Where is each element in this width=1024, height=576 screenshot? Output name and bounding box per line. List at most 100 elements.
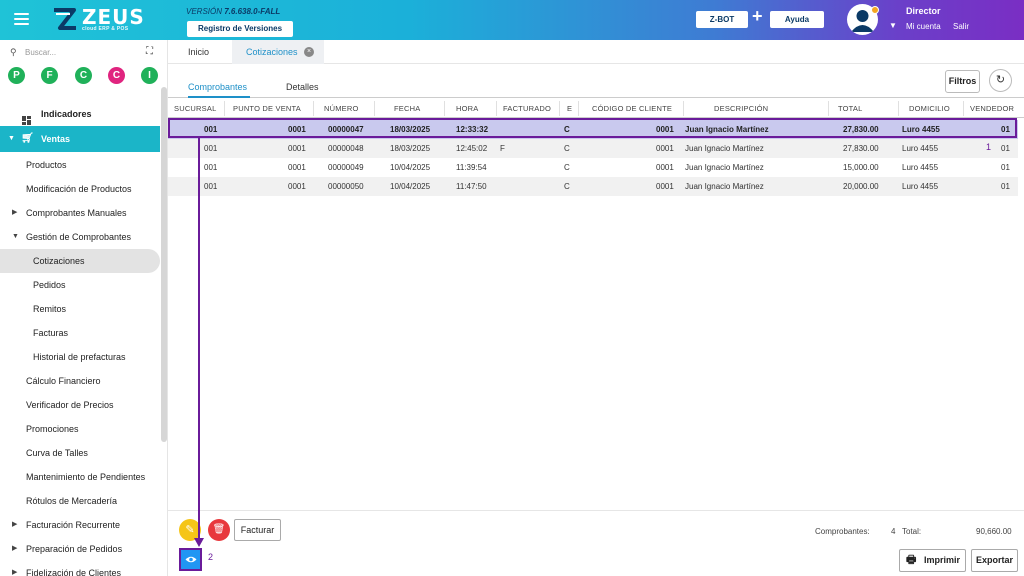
tab-inicio[interactable]: Inicio bbox=[188, 47, 209, 57]
column-header[interactable]: CÓDIGO DE CLIENTE bbox=[592, 104, 672, 113]
sidebar-item-comprobantes-manuales[interactable]: ▶ Comprobantes Manuales bbox=[0, 201, 160, 225]
sidebar-item-ventas[interactable]: ▼ 🛒︎ Ventas bbox=[0, 126, 160, 152]
sidebar: ⚲ Buscar... ⛶ P F C C I Indicadores ▼ 🛒︎… bbox=[0, 40, 168, 576]
column-header[interactable]: PUNTO DE VENTA bbox=[233, 104, 301, 113]
sidebar-item-verificador-precios[interactable]: Verificador de Precios bbox=[26, 393, 160, 417]
column-header[interactable]: HORA bbox=[456, 104, 478, 113]
sidebar-item-modificacion-productos[interactable]: Modificación de Productos bbox=[26, 177, 160, 201]
sidebar-item-remitos[interactable]: Remitos bbox=[33, 297, 160, 321]
sidebar-item-cotizaciones[interactable]: Cotizaciones bbox=[0, 249, 160, 273]
notification-dot bbox=[871, 6, 879, 14]
table-row[interactable]: 001 0001 00000049 10/04/2025 11:39:54 C … bbox=[168, 158, 1018, 177]
sidebar-item-preparacion-pedidos[interactable]: ▶ Preparación de Pedidos bbox=[0, 537, 160, 561]
column-header[interactable]: DOMICILIO bbox=[909, 104, 950, 113]
caret-right-icon: ▶ bbox=[12, 521, 18, 528]
caret-right-icon: ▶ bbox=[12, 569, 18, 576]
delete-icon[interactable]: 🗑︎ bbox=[208, 519, 230, 541]
shortcut-i[interactable]: I bbox=[141, 67, 158, 84]
subtabs: Comprobantes Detalles bbox=[168, 78, 1024, 98]
cell-total: 15,000.00 bbox=[843, 163, 879, 172]
total-value: 90,660.00 bbox=[976, 527, 1012, 536]
cell-numero: 00000049 bbox=[328, 163, 364, 172]
column-header[interactable]: FACTURADO bbox=[503, 104, 551, 113]
shortcut-f[interactable]: F bbox=[41, 67, 58, 84]
sidebar-item-mantenimiento-pendientes[interactable]: Mantenimiento de Pendientes bbox=[26, 465, 160, 489]
tab-label: Cotizaciones bbox=[246, 47, 298, 57]
cell-fecha: 10/04/2025 bbox=[390, 182, 431, 191]
sidebar-item-facturas[interactable]: Facturas bbox=[33, 321, 160, 345]
salir-link[interactable]: Salir bbox=[953, 22, 969, 31]
cell-punto-venta: 0001 bbox=[288, 144, 306, 153]
logo-subtitle: cloud ERP & POS bbox=[82, 26, 129, 32]
expand-icon[interactable]: ⛶ bbox=[146, 46, 153, 57]
sidebar-item-label: Facturación Recurrente bbox=[26, 520, 121, 530]
sidebar-item-calculo-financiero[interactable]: Cálculo Financiero bbox=[26, 369, 160, 393]
sidebar-item-indicadores[interactable]: Indicadores bbox=[0, 102, 160, 126]
column-header[interactable]: SUCURSAL bbox=[174, 104, 216, 113]
cell-descripcion: Juan Ignacio Martínez bbox=[685, 163, 764, 172]
plus-icon: + bbox=[752, 6, 763, 26]
sidebar-item-productos[interactable]: Productos bbox=[26, 153, 160, 177]
sidebar-item-label: Fidelización de Clientes bbox=[26, 568, 122, 576]
sidebar-item-fidelizacion-clientes[interactable]: ▶ Fidelización de Clientes bbox=[0, 561, 160, 576]
column-header[interactable]: DESCRIPCIÓN bbox=[714, 104, 768, 113]
column-header[interactable]: NÚMERO bbox=[324, 104, 359, 113]
chevron-down-icon[interactable]: ▼ bbox=[889, 21, 897, 30]
view-eye-icon[interactable] bbox=[179, 548, 202, 571]
cell-codigo-cliente: 0001 bbox=[656, 163, 674, 172]
tab-comprobantes[interactable]: Comprobantes bbox=[188, 82, 250, 98]
cell-sucursal: 001 bbox=[204, 182, 218, 191]
tab-detalles[interactable]: Detalles bbox=[286, 82, 319, 92]
user-name: Director bbox=[906, 6, 941, 16]
ayuda-button[interactable]: Ayuda bbox=[770, 11, 824, 28]
search-icon: ⚲ bbox=[10, 47, 17, 57]
annotation-step-1: 1 bbox=[986, 142, 992, 152]
imprimir-button[interactable]: 🖶 Imprimir bbox=[899, 549, 966, 572]
zbot-button[interactable]: Z-BOT bbox=[696, 11, 748, 28]
printer-icon: 🖶 bbox=[906, 554, 917, 566]
registro-versiones-button[interactable]: Registro de Versiones bbox=[187, 21, 293, 37]
sidebar-item-rotulos-mercaderia[interactable]: Rótulos de Mercadería bbox=[26, 489, 160, 513]
sidebar-item-facturacion-recurrente[interactable]: ▶ Facturación Recurrente bbox=[0, 513, 160, 537]
sidebar-item-gestion-comprobantes[interactable]: ▼ Gestión de Comprobantes bbox=[0, 225, 160, 249]
cell-total: 20,000.00 bbox=[843, 182, 879, 191]
top-bar: ZEUS cloud ERP & POS VERSIÓN 7.6.638.0-F… bbox=[0, 0, 1024, 40]
column-header[interactable]: VENDEDOR bbox=[970, 104, 1014, 113]
search-input[interactable]: Buscar... bbox=[25, 48, 56, 57]
close-icon[interactable]: × bbox=[304, 47, 314, 57]
shortcut-p[interactable]: P bbox=[8, 67, 25, 84]
caret-right-icon: ▶ bbox=[12, 209, 18, 216]
cell-domicilio: Luro 4455 bbox=[902, 182, 939, 191]
sidebar-search[interactable]: ⚲ Buscar... ⛶ bbox=[10, 46, 160, 60]
table-row[interactable]: 001 0001 00000048 18/03/2025 12:45:02 F … bbox=[168, 139, 1018, 158]
menu-icon[interactable] bbox=[14, 13, 29, 25]
sidebar-item-promociones[interactable]: Promociones bbox=[26, 417, 160, 441]
table-header: SUCURSAL PUNTO DE VENTA NÚMERO FECHA HOR… bbox=[168, 99, 1024, 118]
page-tabs: Inicio Cotizaciones × bbox=[168, 40, 1024, 64]
sidebar-scrollbar[interactable] bbox=[161, 87, 167, 442]
sidebar-item-label: Gestión de Comprobantes bbox=[26, 232, 132, 242]
tab-cotizaciones[interactable]: Cotizaciones × bbox=[232, 40, 324, 64]
sidebar-item-curva-talles[interactable]: Curva de Talles bbox=[26, 441, 160, 465]
facturar-button[interactable]: Facturar bbox=[234, 519, 281, 541]
column-header[interactable]: TOTAL bbox=[838, 104, 862, 113]
total-label: Total: bbox=[902, 527, 922, 536]
annotation-step-2: 2 bbox=[208, 552, 214, 562]
cell-e: C bbox=[564, 182, 570, 191]
exportar-button[interactable]: Exportar bbox=[971, 549, 1018, 572]
sidebar-item-label: Preparación de Pedidos bbox=[26, 544, 123, 554]
column-header[interactable]: E bbox=[567, 104, 572, 113]
annotation-arrow-head bbox=[194, 538, 204, 547]
cell-punto-venta: 0001 bbox=[288, 163, 306, 172]
sidebar-item-historial-prefacturas[interactable]: Historial de prefacturas bbox=[33, 345, 160, 369]
mi-cuenta-link[interactable]: Mi cuenta bbox=[906, 22, 941, 31]
imprimir-label: Imprimir bbox=[924, 555, 961, 565]
shortcut-c[interactable]: C bbox=[75, 67, 92, 84]
column-header[interactable]: FECHA bbox=[394, 104, 420, 113]
table-row[interactable]: 001 0001 00000050 10/04/2025 11:47:50 C … bbox=[168, 177, 1018, 196]
bottom-bar: ✎ 🗑︎ Facturar 2 Comprobantes: 4 Total: 9… bbox=[168, 510, 1024, 576]
caret-down-icon: ▼ bbox=[8, 135, 15, 142]
sidebar-item-pedidos[interactable]: Pedidos bbox=[33, 273, 160, 297]
sidebar-item-label: Indicadores bbox=[41, 109, 92, 119]
shortcut-c2[interactable]: C bbox=[108, 67, 125, 84]
